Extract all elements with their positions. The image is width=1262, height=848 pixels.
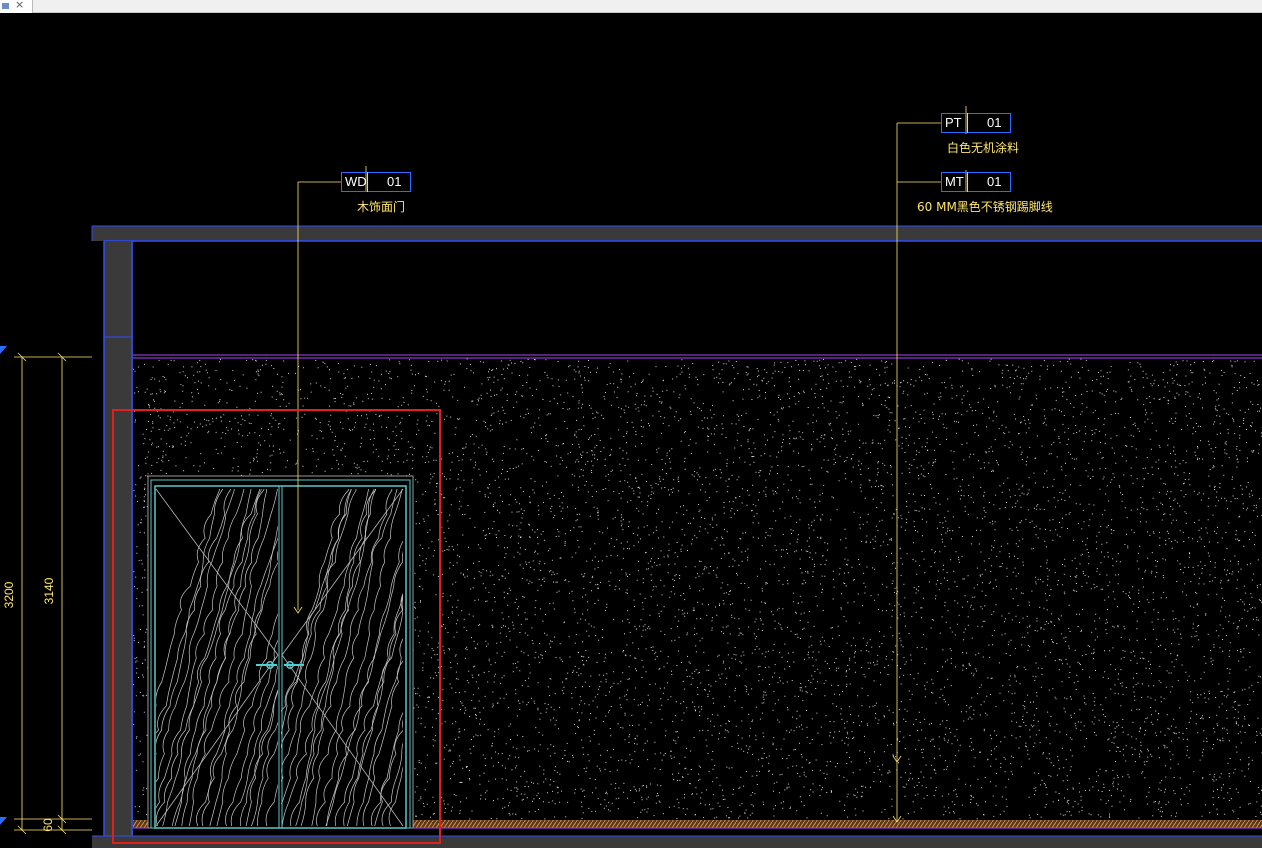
callout-separator xyxy=(967,113,968,133)
callout-code: MT xyxy=(945,174,964,189)
callout-number: 01 xyxy=(987,115,1002,130)
callout-pt-tag: PT 01 xyxy=(941,113,1011,133)
callout-separator xyxy=(967,172,968,192)
selection-window[interactable] xyxy=(112,409,441,844)
document-tab-bar: × xyxy=(0,0,1262,13)
document-tab[interactable]: × xyxy=(0,0,33,13)
callout-number: 01 xyxy=(387,174,402,189)
callout-number: 01 xyxy=(987,174,1002,189)
ceiling-slab xyxy=(92,225,1262,242)
callout-separator xyxy=(367,172,368,192)
dimension-overall-text: 3200 xyxy=(2,581,16,609)
dimension-skirting-text: 60 xyxy=(41,818,55,832)
callout-pt-note: 白色无机涂料 xyxy=(947,141,1020,155)
callout-wd-note: 木饰面门 xyxy=(357,200,406,214)
dimension-wall-height-text: 3140 xyxy=(42,577,56,605)
callout-mt-note: 60 MM黑色不锈钢踢脚线 xyxy=(917,200,1053,214)
callout-mt-tag: MT 01 xyxy=(941,172,1011,192)
wall-top-line xyxy=(133,354,1262,359)
callout-wd-tag: WD 01 xyxy=(341,172,411,192)
close-icon[interactable]: × xyxy=(15,0,24,11)
document-icon xyxy=(2,3,9,9)
callout-code: WD xyxy=(345,174,367,189)
callout-code: PT xyxy=(945,115,962,130)
